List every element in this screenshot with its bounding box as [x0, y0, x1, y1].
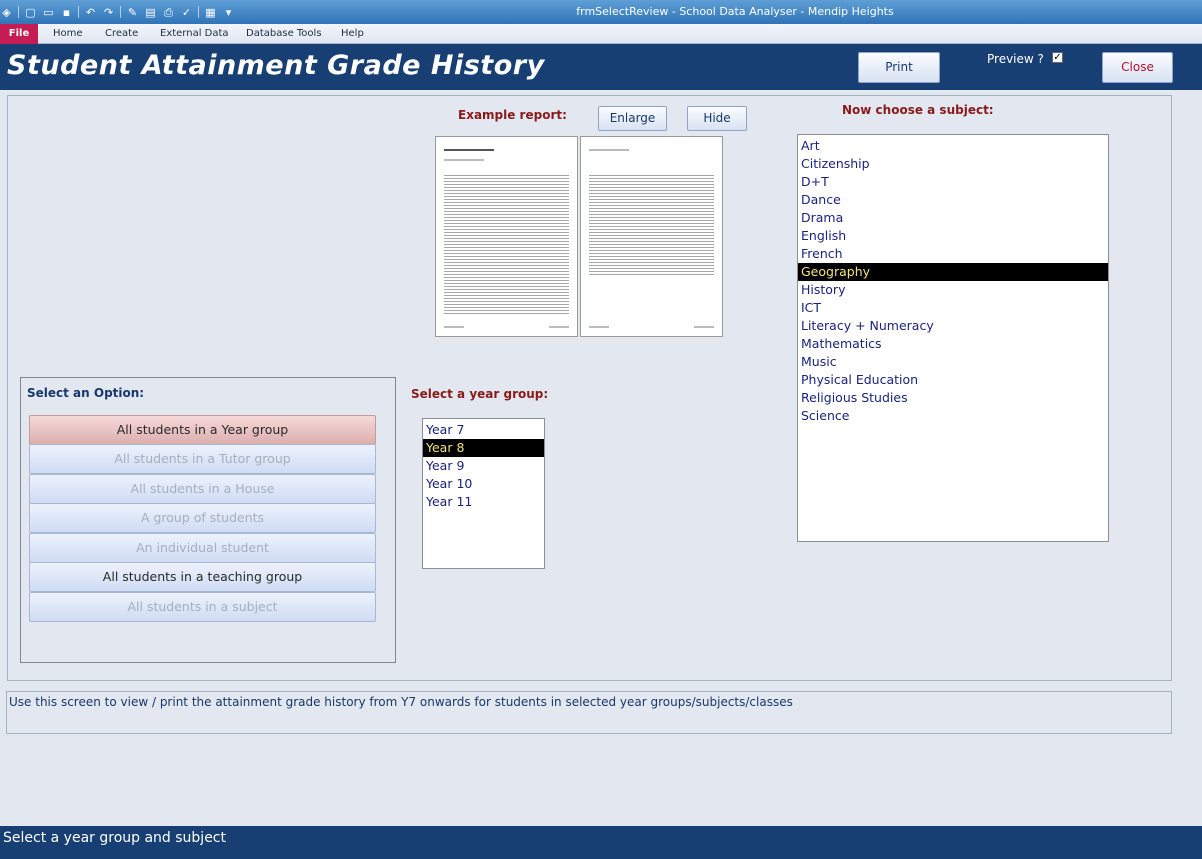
list-item[interactable]: Music [798, 353, 1108, 371]
info-box: Use this screen to view / print the atta… [6, 691, 1172, 734]
info-text: Use this screen to view / print the atta… [9, 695, 793, 709]
close-button[interactable]: Close [1102, 52, 1173, 83]
preview-checkbox[interactable]: ✓ [1052, 52, 1063, 63]
option-panel-title: Select an Option: [27, 386, 145, 400]
title-bar: ◈ ▢ ▭ ▪ ↶ ↷ ✎ ▤ ⎙ ✓ ▦ ▾ frmSelectReview … [0, 0, 1202, 24]
hide-button[interactable]: Hide [687, 106, 747, 131]
option-individual-student-button[interactable]: An individual student [29, 533, 376, 563]
list-item[interactable]: Year 9 [423, 457, 544, 475]
enlarge-button[interactable]: Enlarge [598, 106, 667, 131]
example-report-label: Example report: [458, 108, 567, 122]
ribbon-tabs: File Home Create External Data Database … [0, 24, 1202, 44]
tab-file[interactable]: File [0, 24, 38, 44]
list-item[interactable]: Drama [798, 209, 1108, 227]
list-item[interactable]: D+T [798, 173, 1108, 191]
status-bar: Select a year group and subject [0, 826, 1202, 859]
option-tutor-group-button[interactable]: All students in a Tutor group [29, 444, 376, 474]
list-item[interactable]: Year 7 [423, 421, 544, 439]
list-item[interactable]: French [798, 245, 1108, 263]
subject-list[interactable]: Art Citizenship D+T Dance Drama English … [797, 134, 1109, 542]
list-item[interactable]: Science [798, 407, 1108, 425]
year-group-list[interactable]: Year 7 Year 8 Year 9 Year 10 Year 11 [422, 418, 545, 569]
list-item[interactable]: English [798, 227, 1108, 245]
example-report-page-2 [580, 136, 723, 337]
option-group-of-students-button[interactable]: A group of students [29, 503, 376, 533]
status-text: Select a year group and subject [3, 830, 226, 846]
option-panel: Select an Option: All students in a Year… [20, 377, 396, 663]
example-report-page-1 [435, 136, 578, 337]
list-item[interactable]: Year 11 [423, 493, 544, 511]
option-subject-button[interactable]: All students in a subject [29, 592, 376, 622]
tab-help[interactable]: Help [341, 28, 364, 39]
option-year-group-button[interactable]: All students in a Year group [29, 415, 376, 445]
year-group-label: Select a year group: [411, 387, 549, 401]
preview-label: Preview ? [987, 52, 1044, 66]
list-item-selected[interactable]: Year 8 [423, 439, 544, 457]
tab-home[interactable]: Home [53, 28, 83, 39]
option-teaching-group-button[interactable]: All students in a teaching group [29, 562, 376, 592]
tab-external-data[interactable]: External Data [160, 28, 229, 39]
option-house-button[interactable]: All students in a House [29, 474, 376, 504]
tab-database-tools[interactable]: Database Tools [246, 28, 322, 39]
list-item[interactable]: Physical Education [798, 371, 1108, 389]
print-button[interactable]: Print [858, 52, 940, 83]
list-item[interactable]: Religious Studies [798, 389, 1108, 407]
list-item[interactable]: Literacy + Numeracy [798, 317, 1108, 335]
window-title: frmSelectReview - School Data Analyser -… [576, 5, 894, 18]
list-item-selected[interactable]: Geography [798, 263, 1108, 281]
list-item[interactable]: Citizenship [798, 155, 1108, 173]
list-item[interactable]: History [798, 281, 1108, 299]
subject-label: Now choose a subject: [842, 103, 994, 117]
list-item[interactable]: ICT [798, 299, 1108, 317]
tab-create[interactable]: Create [105, 28, 138, 39]
list-item[interactable]: Year 10 [423, 475, 544, 493]
list-item[interactable]: Dance [798, 191, 1108, 209]
list-item[interactable]: Mathematics [798, 335, 1108, 353]
page-title: Student Attainment Grade History [7, 50, 545, 81]
form-header: Student Attainment Grade History Print P… [0, 44, 1202, 90]
list-item[interactable]: Art [798, 137, 1108, 155]
